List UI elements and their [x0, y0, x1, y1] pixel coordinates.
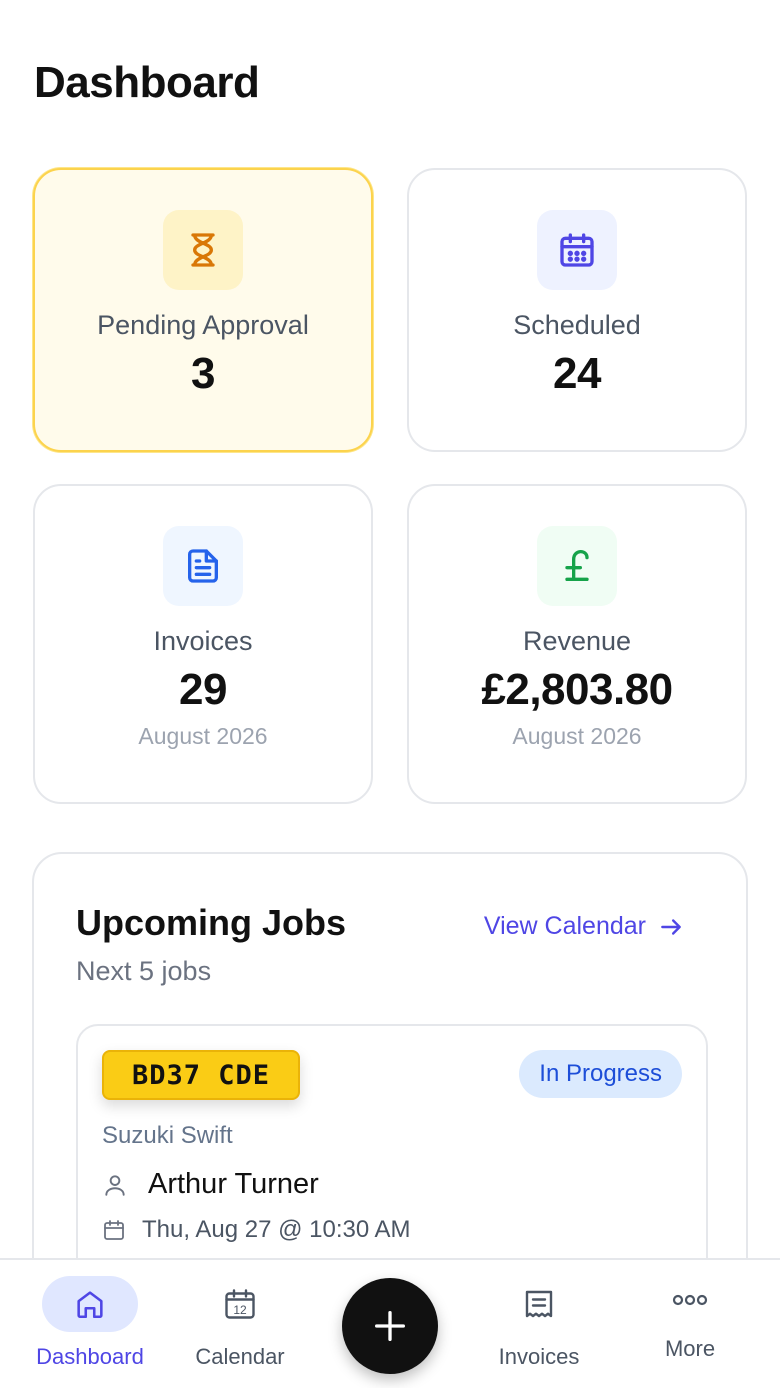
customer-name: Arthur Turner	[148, 1168, 319, 1200]
stat-card-revenue[interactable]: Revenue £2,803.80 August 2026	[407, 484, 747, 804]
nav-item-dashboard[interactable]: Dashboard	[12, 1260, 168, 1370]
stat-value: 3	[191, 349, 215, 398]
stat-period: August 2026	[138, 723, 268, 749]
calendar-day: 12	[233, 1303, 247, 1317]
calendar-small-icon	[104, 1220, 124, 1240]
stat-label: Invoices	[153, 626, 253, 656]
status-badge: In Progress	[519, 1050, 682, 1098]
stat-value: 29	[179, 665, 227, 714]
nav-label: Invoices	[498, 1344, 580, 1369]
user-icon	[105, 1174, 125, 1196]
nav-item-more[interactable]: More	[612, 1260, 768, 1362]
datetime-row: Thu, Aug 27 @ 10:30 AM	[102, 1216, 411, 1244]
job-datetime: Thu, Aug 27 @ 10:30 AM	[142, 1216, 411, 1243]
stat-label: Scheduled	[513, 310, 641, 340]
receipt-icon	[491, 1276, 587, 1332]
stat-card-invoices[interactable]: Invoices 29 August 2026	[33, 484, 373, 804]
nav-label: More	[664, 1336, 716, 1361]
nav-item-invoices[interactable]: Invoices	[461, 1260, 617, 1370]
arrow-right-icon	[661, 918, 681, 935]
home-icon	[42, 1276, 138, 1332]
view-calendar-label: View Calendar	[483, 912, 646, 940]
stat-card-pending-approval[interactable]: Pending Approval 3	[33, 168, 373, 452]
vehicle-name: Suzuki Swift	[102, 1122, 233, 1149]
section-title: Upcoming Jobs	[76, 902, 347, 943]
calendar-icon	[537, 210, 617, 290]
add-button[interactable]	[342, 1278, 438, 1374]
nav-label: Dashboard	[36, 1344, 144, 1369]
stat-value: 24	[553, 349, 601, 398]
customer-row: Arthur Turner	[102, 1168, 319, 1201]
section-subtitle: Next 5 jobs	[76, 956, 212, 986]
hourglass-icon	[163, 210, 243, 290]
calendar-icon: 12	[192, 1276, 288, 1332]
plus-icon	[375, 1311, 405, 1341]
bottom-nav: Dashboard 12 Calendar Invoices More	[0, 1258, 780, 1388]
more-icon	[642, 1276, 738, 1324]
stat-label: Revenue	[522, 626, 632, 656]
stat-period: August 2026	[512, 723, 642, 749]
view-calendar-link[interactable]: View Calendar	[484, 912, 684, 941]
nav-label: Calendar	[195, 1344, 285, 1369]
pound-icon	[537, 526, 617, 606]
stat-card-scheduled[interactable]: Scheduled 24	[407, 168, 747, 452]
nav-item-calendar[interactable]: 12 Calendar	[162, 1260, 318, 1370]
page-title: Dashboard	[34, 58, 260, 107]
stat-value: £2,803.80	[481, 665, 673, 714]
document-icon	[163, 526, 243, 606]
license-plate: BD37 CDE	[102, 1050, 300, 1100]
stat-label: Pending Approval	[97, 310, 309, 340]
